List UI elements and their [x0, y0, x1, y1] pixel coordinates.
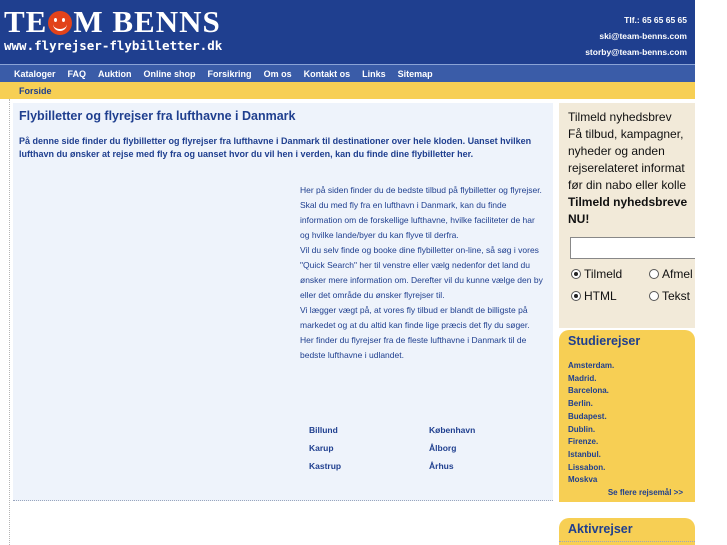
newsletter-cta: Tilmeld nyhedsbreve [568, 195, 688, 209]
destination-link[interactable]: Firenze. [568, 436, 614, 449]
nav-item-links[interactable]: Links [362, 69, 386, 79]
radio-selected-icon [571, 291, 581, 301]
newsletter-line: nyheder og anden [568, 144, 665, 158]
nav-item-online-shop[interactable]: Online shop [144, 69, 196, 79]
destination-link[interactable]: Budapest. [568, 411, 614, 424]
nav-item-forsikring[interactable]: Forsikring [208, 69, 252, 79]
nav-item-kontakt-os[interactable]: Kontakt os [304, 69, 351, 79]
studierejser-box: Studierejser Amsterdam. Madrid. Barcelon… [559, 330, 695, 502]
smiley-face-icon [48, 11, 73, 35]
radio-html-label: HTML [584, 289, 617, 303]
main-nav: Kataloger FAQ Auktion Online shop Forsik… [0, 64, 695, 82]
airport-link-arhus[interactable]: Århus [429, 461, 549, 471]
breadcrumb-home-link[interactable]: Forside [19, 86, 52, 96]
logo-text-right: M BENNS [73, 4, 221, 39]
airport-link-kobenhavn[interactable]: København [429, 425, 549, 435]
main-content: Flybilletter og flyrejser fra lufthavne … [13, 103, 553, 501]
radio-empty-icon [649, 269, 659, 279]
destination-link[interactable]: Amsterdam. [568, 360, 614, 373]
email-storby[interactable]: storby@team-benns.com [585, 44, 687, 60]
nav-item-sitemap[interactable]: Sitemap [398, 69, 433, 79]
nav-item-om-os[interactable]: Om os [264, 69, 292, 79]
studierejser-title[interactable]: Studierejser [568, 334, 640, 348]
body-paragraph-3: Vi lægger vægt på, at vores fly tilbud e… [300, 305, 530, 360]
subscribe-options: Tilmeld Afmel [571, 267, 693, 281]
newsletter-email-input[interactable] [570, 237, 695, 259]
destination-link[interactable]: Dublin. [568, 424, 614, 437]
nav-item-faq[interactable]: FAQ [68, 69, 87, 79]
nav-item-kataloger[interactable]: Kataloger [14, 69, 56, 79]
left-divider [9, 99, 10, 545]
nav-item-auktion[interactable]: Auktion [98, 69, 132, 79]
radio-unsubscribe[interactable]: Afmel [649, 267, 693, 281]
destination-link[interactable]: Barcelona. [568, 385, 614, 398]
destination-link[interactable]: Madrid. [568, 373, 614, 386]
radio-unsubscribe-label: Afmel [662, 267, 693, 281]
site-logo[interactable]: TE M BENNS www.flyrejser-flybilletter.dk [4, 6, 222, 53]
logo-wordmark: TE M BENNS [4, 6, 222, 38]
newsletter-text: Tilmeld nyhedsbrev Få tilbud, kampagner,… [568, 109, 695, 228]
radio-selected-icon [571, 269, 581, 279]
logo-url: www.flyrejser-flybilletter.dk [4, 38, 223, 53]
phone-number: Tlf.: 65 65 65 65 [624, 15, 687, 25]
body-paragraph-2: Vil du selv finde og booke dine flybille… [300, 245, 543, 300]
newsletter-box: Tilmeld nyhedsbrev Få tilbud, kampagner,… [559, 103, 695, 328]
newsletter-line: før din nabo eller kolle [568, 178, 687, 192]
body-paragraph-1: Her på siden finder du de bedste tilbud … [300, 185, 542, 240]
intro-text: På denne side finder du flybilletter og … [19, 136, 532, 159]
destination-link[interactable]: Berlin. [568, 398, 614, 411]
newsletter-heading: Tilmeld nyhedsbrev [568, 110, 672, 124]
breadcrumb: Forside [0, 82, 695, 99]
newsletter-line: Få tilbud, kampagner, [568, 127, 684, 141]
logo-text-left: TE [4, 4, 48, 39]
aktivrejser-divider [559, 541, 695, 542]
page-title: Flybilletter og flyrejser fra lufthavne … [19, 109, 296, 123]
header-contact: Tlf.: 65 65 65 65 ski@team-benns.com sto… [585, 12, 687, 60]
radio-text[interactable]: Tekst [649, 289, 690, 303]
destination-link[interactable]: Istanbul. [568, 449, 614, 462]
airport-link-billund[interactable]: Billund [309, 425, 429, 435]
destination-list: Amsterdam. Madrid. Barcelona. Berlin. Bu… [568, 360, 614, 487]
email-ski[interactable]: ski@team-benns.com [585, 28, 687, 44]
destination-link[interactable]: Lissabon. [568, 462, 614, 475]
destination-link[interactable]: Moskva [568, 474, 614, 487]
see-more-destinations-link[interactable]: Se flere rejsemål >> [608, 488, 683, 497]
newsletter-cta-now: NU! [568, 212, 590, 226]
site-header: TE M BENNS www.flyrejser-flybilletter.dk … [0, 0, 695, 64]
airport-link-karup[interactable]: Karup [309, 443, 429, 453]
radio-text-label: Tekst [662, 289, 691, 303]
aktivrejser-title[interactable]: Aktivrejser [568, 522, 633, 536]
radio-subscribe-label: Tilmeld [584, 267, 623, 281]
radio-html[interactable]: HTML [571, 289, 617, 303]
body-text: Her på siden finder du de bedste tilbud … [300, 183, 545, 363]
format-options: HTML Tekst [571, 289, 690, 303]
airport-links: Billund København Karup Ålborg Kastrup Å… [309, 425, 549, 471]
airport-link-kastrup[interactable]: Kastrup [309, 461, 429, 471]
radio-subscribe[interactable]: Tilmeld [571, 267, 622, 281]
airport-link-alborg[interactable]: Ålborg [429, 443, 549, 453]
radio-empty-icon [649, 291, 659, 301]
newsletter-line: rejserelateret informat [568, 161, 685, 175]
